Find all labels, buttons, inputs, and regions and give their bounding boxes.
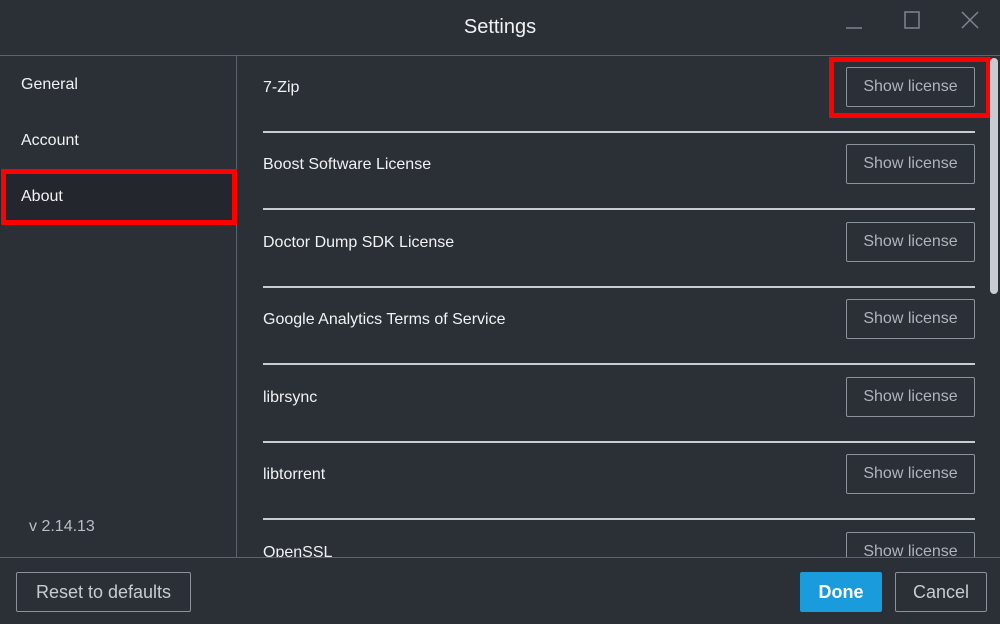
sidebar-item-label: About	[21, 188, 63, 205]
version-label: v 2.14.13	[29, 518, 95, 535]
list-item: libtorrent Show license	[263, 443, 975, 520]
license-name: OpenSSL	[263, 544, 333, 557]
list-item: Boost Software License Show license	[263, 133, 975, 210]
settings-window: Settings General Account About v 2.14.13…	[0, 0, 1000, 624]
sidebar-item-account[interactable]: Account	[0, 113, 236, 169]
close-icon[interactable]	[956, 8, 984, 36]
sidebar-item-general[interactable]: General	[0, 57, 236, 113]
footer: Reset to defaults Done Cancel	[0, 557, 1000, 624]
sidebar-item-label: Account	[21, 132, 79, 149]
sidebar-item-label: General	[21, 76, 78, 93]
show-license-button[interactable]: Show license	[846, 144, 975, 184]
license-name: librsync	[263, 389, 318, 406]
sidebar: General Account About v 2.14.13	[0, 56, 237, 557]
license-name: Doctor Dump SDK License	[263, 234, 455, 251]
list-item: librsync Show license	[263, 366, 975, 443]
minimize-icon[interactable]	[840, 8, 868, 36]
show-license-button[interactable]: Show license	[846, 222, 975, 262]
show-license-button[interactable]: Show license	[846, 532, 975, 557]
sidebar-item-about[interactable]: About	[0, 169, 236, 225]
list-item: Doctor Dump SDK License Show license	[263, 211, 975, 288]
cancel-button[interactable]: Cancel	[895, 572, 987, 612]
license-list: 7-Zip Show license Boost Software Licens…	[237, 56, 1000, 557]
show-license-button[interactable]: Show license	[846, 299, 975, 339]
list-item: OpenSSL Show license	[263, 521, 975, 557]
show-license-button[interactable]: Show license	[846, 454, 975, 494]
license-name: libtorrent	[263, 466, 326, 483]
license-name: 7-Zip	[263, 79, 300, 96]
done-button[interactable]: Done	[800, 572, 882, 612]
list-item: 7-Zip Show license	[263, 56, 975, 133]
show-license-button[interactable]: Show license	[846, 67, 975, 107]
maximize-icon[interactable]	[898, 8, 926, 36]
license-name: Boost Software License	[263, 156, 432, 173]
show-license-button[interactable]: Show license	[846, 377, 975, 417]
title-bar: Settings	[0, 0, 1000, 56]
list-item: Google Analytics Terms of Service Show l…	[263, 288, 975, 365]
reset-to-defaults-button[interactable]: Reset to defaults	[16, 572, 191, 612]
scrollbar-thumb[interactable]	[990, 58, 998, 294]
license-name: Google Analytics Terms of Service	[263, 311, 506, 328]
